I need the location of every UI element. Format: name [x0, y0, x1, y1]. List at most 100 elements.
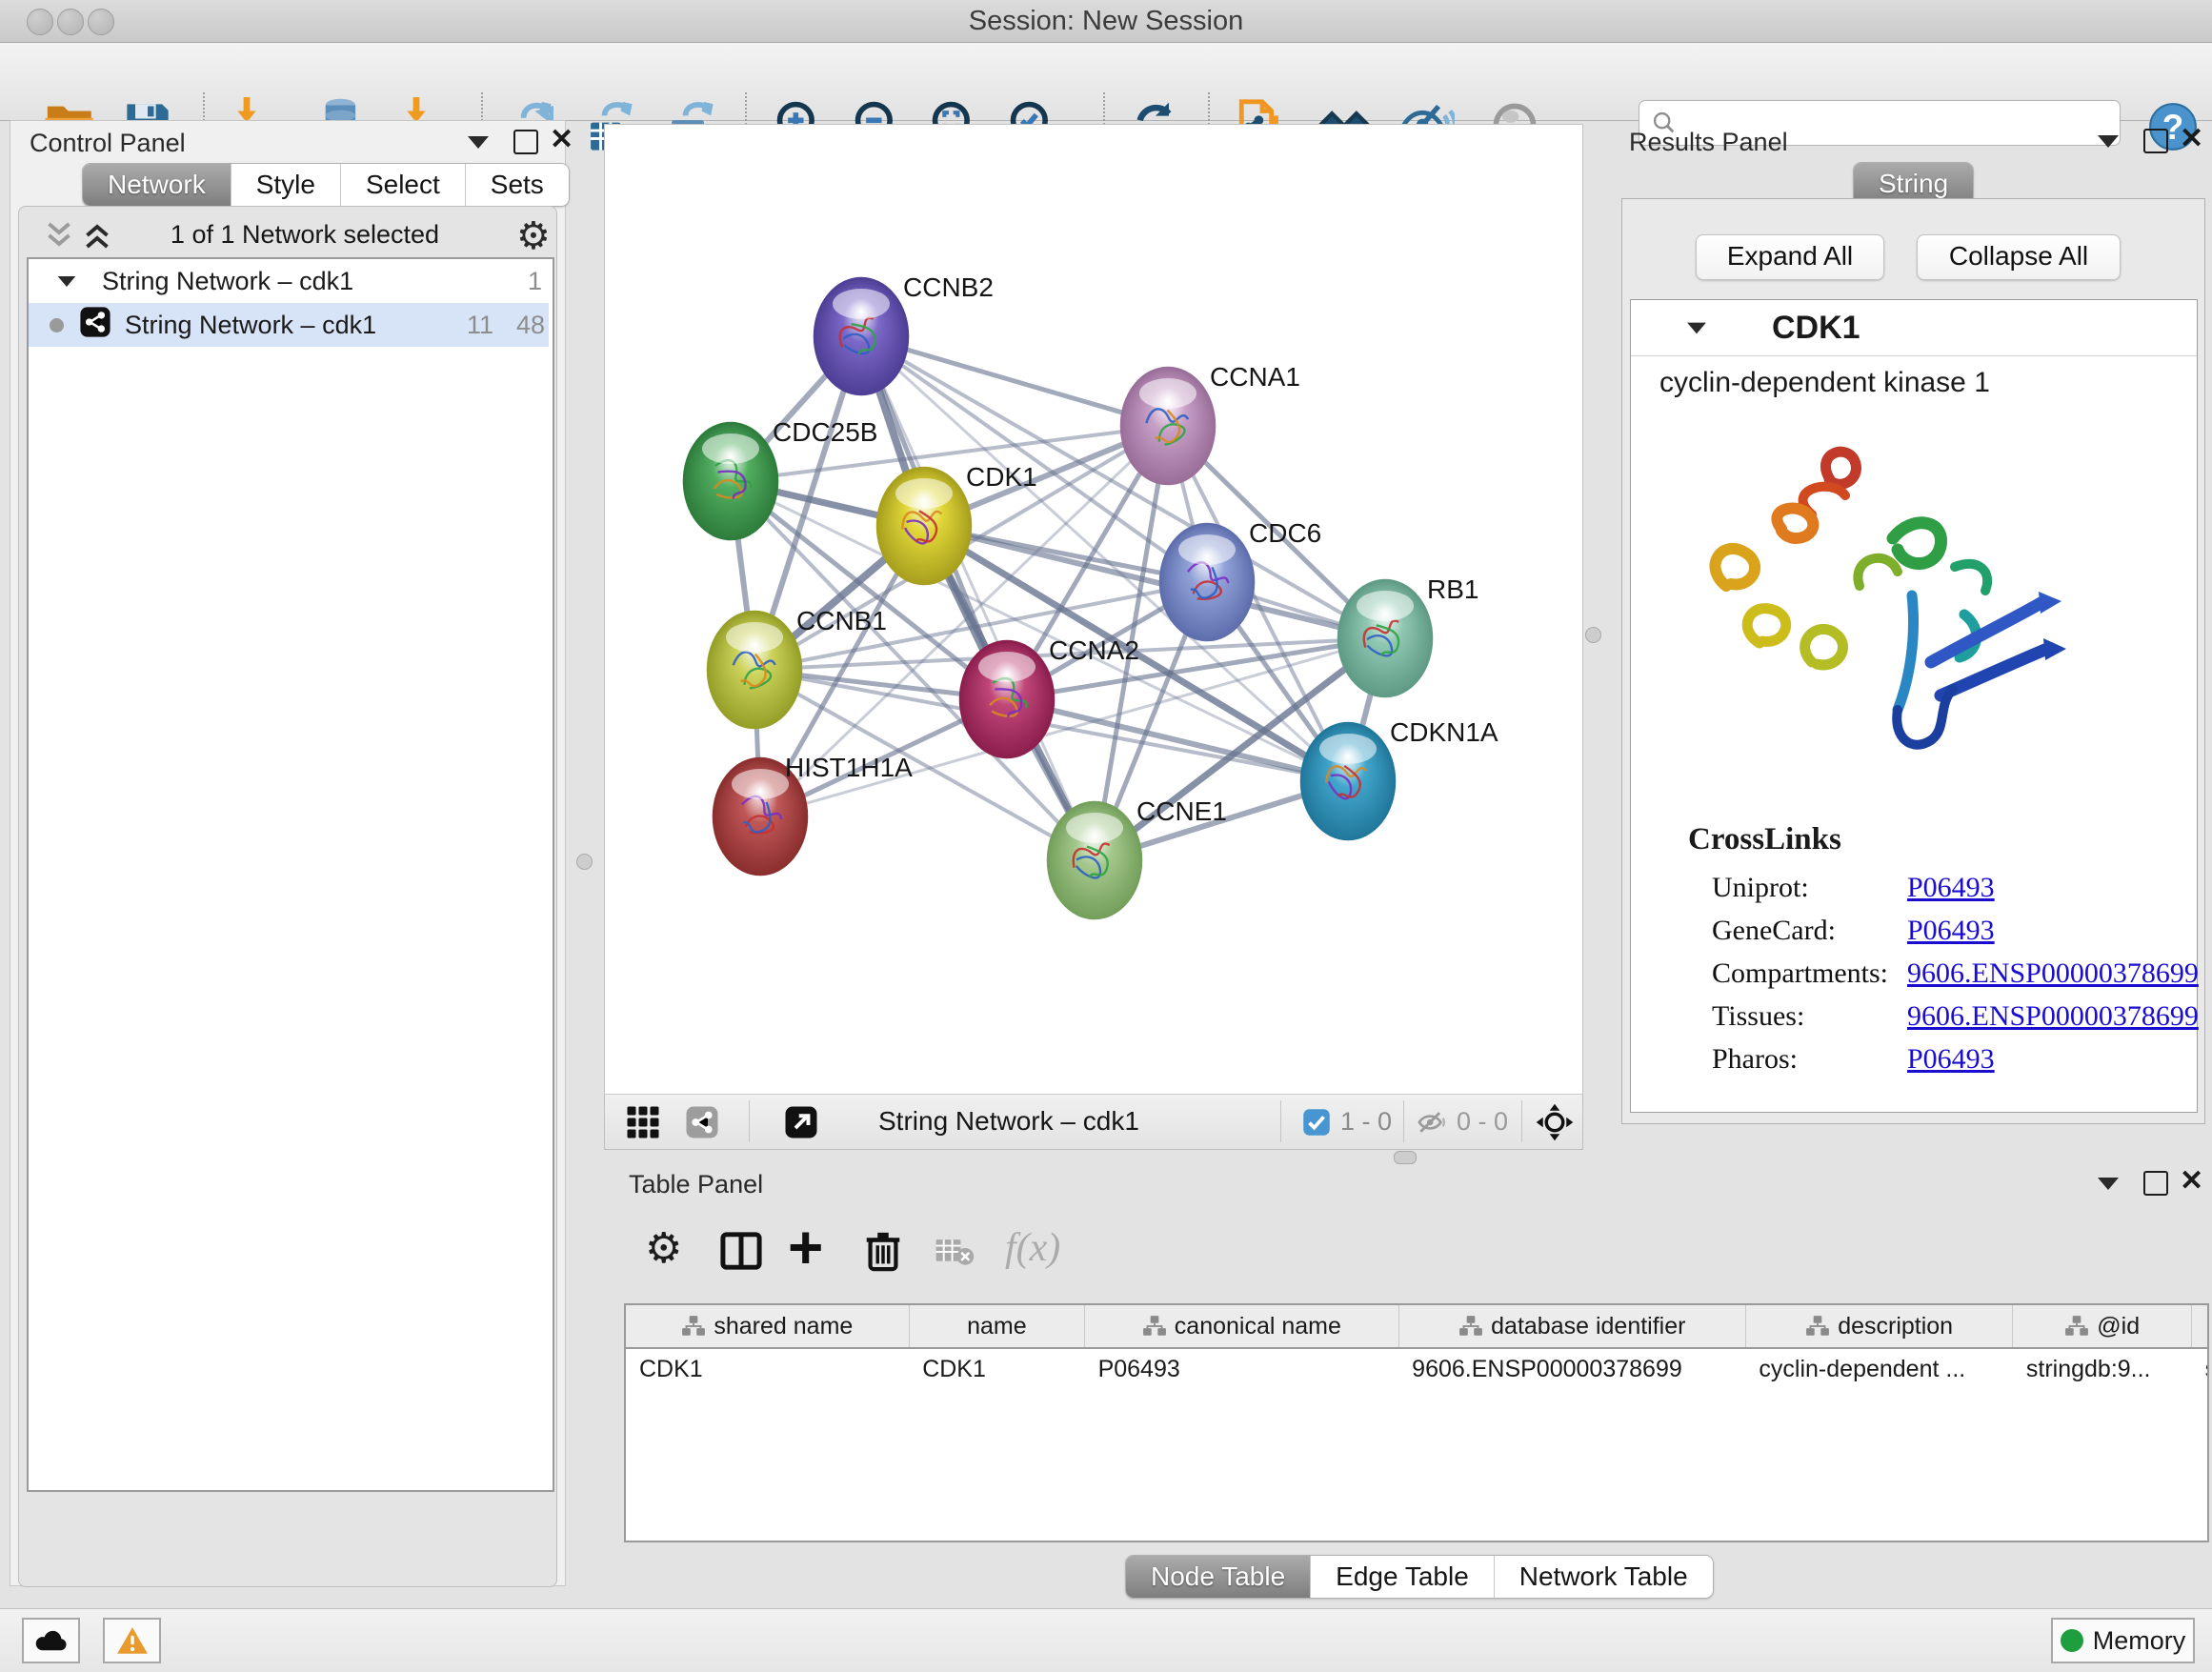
section-expander-icon[interactable]: [1687, 322, 1706, 333]
table-cell: stringdb:9...: [2013, 1348, 2192, 1389]
left-splitter-handle[interactable]: [576, 854, 593, 870]
column-header-canonical-name[interactable]: canonical name: [1085, 1305, 1399, 1348]
network-node-CDC25B[interactable]: [684, 423, 777, 539]
table-cell: CDK1: [626, 1348, 909, 1389]
close-panel-icon[interactable]: ✕: [550, 130, 573, 151]
column-type-icon: [1805, 1315, 1830, 1338]
gene-section-header[interactable]: CDK1: [1631, 300, 2197, 356]
cloud-button[interactable]: [22, 1618, 80, 1663]
column-type-icon: [2064, 1315, 2089, 1338]
memory-label: Memory: [2093, 1626, 2186, 1656]
memory-status-dot: [2061, 1629, 2083, 1652]
function-builder-icon[interactable]: f(x): [1005, 1225, 1060, 1271]
column-header-name[interactable]: name: [909, 1305, 1084, 1348]
delete-column-icon[interactable]: [862, 1229, 904, 1278]
table-row[interactable]: CDK1CDK1P064939606.ENSP00000378699cyclin…: [626, 1348, 2209, 1389]
crosslink-label: Uniprot:: [1712, 872, 1907, 904]
tab-style[interactable]: Style: [231, 164, 341, 206]
right-splitter-handle[interactable]: [1585, 627, 1601, 643]
node-table: shared name namecanonical namedatabase id…: [624, 1303, 2209, 1542]
table-tabs: Node TableEdge TableNetwork Table: [1125, 1555, 1714, 1599]
collapse-all-networks-icon[interactable]: [42, 218, 76, 257]
gear-icon[interactable]: ⚙: [516, 214, 551, 258]
table-settings-gear-icon[interactable]: ⚙: [645, 1224, 682, 1273]
network-node-CDC6[interactable]: [1160, 524, 1254, 640]
network-node-CCNA1[interactable]: [1121, 368, 1215, 484]
panel-menu-icon[interactable]: [2098, 1178, 2119, 1190]
tab-edge-table[interactable]: Edge Table: [1311, 1556, 1495, 1598]
selected-count: 1 - 0: [1340, 1107, 1392, 1137]
column-header-label: shared name: [714, 1313, 853, 1340]
network-canvas[interactable]: CCNB2CCNA1CDC25BCDK1CDC6RB1CCNB1CCNA2CDK…: [604, 124, 1583, 1096]
crosslink-row: Pharos:P06493: [1712, 1043, 1995, 1076]
fit-content-crosshair-icon[interactable]: [1535, 1102, 1575, 1142]
node-label-RB1: RB1: [1427, 574, 1478, 604]
string-results-box: Expand All Collapse All CDK1 cyclin-depe…: [1621, 198, 2205, 1124]
selected-checkbox-icon[interactable]: [1302, 1108, 1331, 1137]
tab-select[interactable]: Select: [341, 164, 466, 206]
tab-sets[interactable]: Sets: [466, 164, 569, 206]
network-node-CCNE1[interactable]: [1048, 802, 1141, 918]
network-row[interactable]: String Network – cdk1 11 48: [29, 303, 549, 347]
node-label-CDC25B: CDC25B: [773, 417, 877, 447]
crosslink-link[interactable]: 9606.ENSP00000378699: [1907, 1000, 2199, 1033]
network-type-icon: [79, 306, 111, 345]
birds-eye-view-icon[interactable]: [626, 1105, 660, 1139]
show-columns-icon[interactable]: [719, 1231, 763, 1276]
network-node-CCNA2[interactable]: [960, 641, 1054, 757]
open-in-window-icon[interactable]: [784, 1105, 818, 1139]
close-panel-icon[interactable]: ✕: [2180, 129, 2203, 150]
node-label-CDK1: CDK1: [966, 462, 1037, 492]
collection-expander-icon[interactable]: [58, 275, 76, 286]
network-node-CDKN1A[interactable]: [1301, 723, 1395, 839]
column-header-shared-name[interactable]: shared name: [626, 1305, 909, 1348]
memory-button[interactable]: Memory: [2051, 1618, 2195, 1663]
node-label-CCNB1: CCNB1: [796, 606, 887, 635]
network-collection-row[interactable]: String Network – cdk1 1: [29, 259, 549, 303]
panel-menu-icon[interactable]: [468, 136, 489, 149]
column-header-description[interactable]: description: [1745, 1305, 2012, 1348]
hidden-eye-icon[interactable]: [1417, 1106, 1449, 1138]
window-title: Session: New Session: [0, 0, 2212, 42]
table-cell: CDK1: [909, 1348, 1084, 1389]
network-share-icon[interactable]: [685, 1105, 719, 1139]
crosslink-link[interactable]: 9606.ENSP00000378699: [1907, 957, 2199, 990]
crosslink-label: GeneCard:: [1712, 915, 1907, 947]
crosslink-link[interactable]: P06493: [1907, 1043, 1995, 1076]
tab-node-table[interactable]: Node Table: [1126, 1556, 1311, 1598]
delete-table-icon[interactable]: [935, 1237, 975, 1272]
current-network-name: String Network – cdk1: [878, 1106, 1139, 1137]
add-column-icon[interactable]: +: [788, 1212, 823, 1282]
column-header-@id[interactable]: @id: [2013, 1305, 2192, 1348]
network-node-CDK1[interactable]: [877, 468, 971, 584]
bottom-splitter-handle[interactable]: [1394, 1151, 1417, 1164]
column-header-label: @id: [2097, 1313, 2140, 1340]
column-header-namespace[interactable]: namespace: [2192, 1305, 2209, 1348]
close-panel-icon[interactable]: ✕: [2180, 1171, 2203, 1192]
control-panel-tabs: NetworkStyleSelectSets: [82, 163, 570, 207]
table-cell: 9606.ENSP00000378699: [1398, 1348, 1745, 1389]
collapse-all-button[interactable]: Collapse All: [1917, 234, 2121, 280]
column-header-database-identifier[interactable]: database identifier: [1398, 1305, 1745, 1348]
network-node-CCNB1[interactable]: [708, 612, 801, 728]
float-panel-icon[interactable]: [2143, 129, 2168, 153]
tab-network[interactable]: Network: [83, 164, 231, 206]
bottombar-separator: [1280, 1100, 1281, 1142]
warnings-button[interactable]: [103, 1618, 161, 1663]
network-node-RB1[interactable]: [1338, 580, 1432, 696]
crosslink-link[interactable]: P06493: [1907, 872, 1995, 904]
crosslink-label: Compartments:: [1712, 957, 1907, 990]
float-panel-icon[interactable]: [513, 130, 538, 154]
expand-all-button[interactable]: Expand All: [1696, 234, 1884, 280]
expand-all-networks-icon[interactable]: [80, 218, 114, 257]
tab-network-table[interactable]: Network Table: [1495, 1556, 1713, 1598]
float-panel-icon[interactable]: [2143, 1171, 2168, 1196]
crosslink-link[interactable]: P06493: [1907, 915, 1995, 947]
crosslink-row: Tissues:9606.ENSP00000378699: [1712, 1000, 2199, 1033]
table-toolbar: ⚙ + f(x): [624, 1208, 2205, 1294]
control-panel: Control Panel ✕ NetworkStyleSelectSets 1…: [10, 120, 566, 1586]
panel-menu-icon[interactable]: [2098, 135, 2119, 148]
node-label-CDKN1A: CDKN1A: [1390, 717, 1498, 747]
warning-icon: [115, 1625, 150, 1656]
network-node-CCNB2[interactable]: [814, 278, 908, 394]
